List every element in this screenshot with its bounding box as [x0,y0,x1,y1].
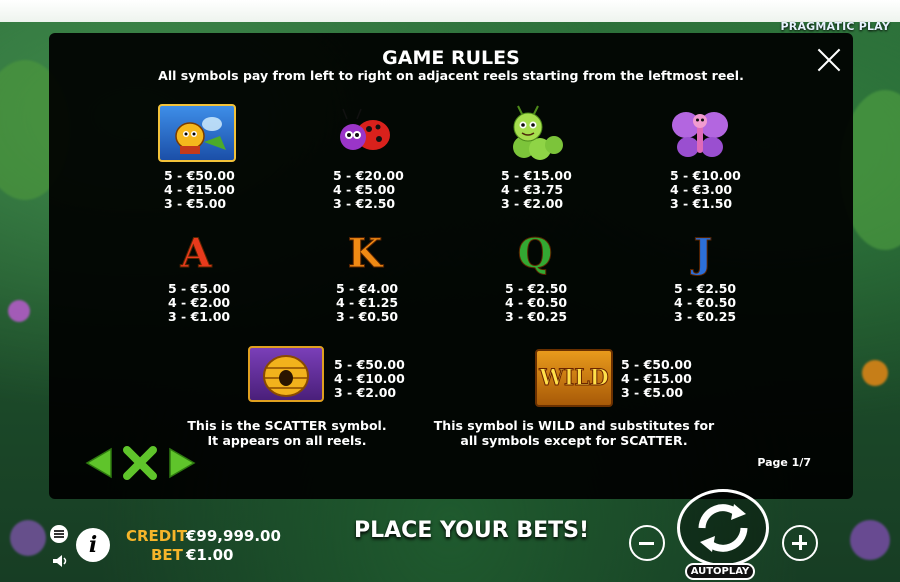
status-message: PLACE YOUR BETS! [354,518,589,543]
page-indicator: Page 1/7 [757,456,811,469]
beehive-scatter-icon [248,346,324,402]
paytable-list: 5 - €2.50 4 - €0.50 3 - €0.25 [505,281,568,324]
info-icon: i [88,532,98,558]
wild-description: This symbol is WILD and substitutes for … [433,418,715,448]
paytable-list: 5 - €20.00 4 - €5.00 3 - €2.50 [333,168,404,211]
paytable-list: 5 - €50.00 4 - €15.00 3 - €5.00 [621,357,692,400]
rules-title: GAME RULES [382,47,520,69]
paytable-list: 5 - €50.00 4 - €10.00 3 - €2.00 [334,357,405,400]
wild-symbol-icon: WILD [535,349,613,407]
letter-q-icon: Q [517,230,553,278]
paytable-list: 5 - €4.00 4 - €1.25 3 - €0.50 [336,281,399,324]
close-rules-x-button[interactable] [122,446,158,485]
increase-bet-button[interactable] [782,525,818,561]
credit-value: €99,999.00 [186,527,281,545]
paytable-list: 5 - €2.50 4 - €0.50 3 - €0.25 [674,281,737,324]
paytable-list: 5 - €10.00 4 - €3.00 3 - €1.50 [670,168,741,211]
spin-arrows-icon [698,504,748,552]
bee-icon [158,104,236,162]
game-rules-modal: GAME RULES All symbols pay from left to … [49,33,853,499]
close-icon[interactable] [816,47,842,73]
letter-a-icon: A [180,230,212,278]
paytable-list: 5 - €5.00 4 - €2.00 3 - €1.00 [168,281,231,324]
scatter-description: This is the SCATTER symbol. It appears o… [187,418,387,448]
previous-page-button[interactable] [83,446,115,485]
paytable-list: 5 - €50.00 4 - €15.00 3 - €5.00 [164,168,235,211]
brand-logo: PRAGMATIC PLAY [780,20,890,33]
spin-button[interactable] [677,489,769,567]
ladybug-icon [329,105,401,163]
plus-vertical-icon [798,535,802,550]
flower-decoration [862,360,888,386]
credit-label: CREDIT [126,527,188,545]
menu-icon[interactable] [50,525,68,543]
butterfly-icon [668,105,732,163]
caterpillar-icon [504,103,568,163]
rules-subtitle: All symbols pay from left to right on ad… [158,68,744,83]
flower-decoration [8,300,30,322]
letter-j-icon: J [693,230,713,278]
autoplay-button[interactable]: AUTOPLAY [685,563,755,580]
next-page-button[interactable] [166,446,198,485]
top-bar [0,0,900,22]
minus-icon [639,541,654,545]
decrease-bet-button[interactable] [629,525,665,561]
paytable-list: 5 - €15.00 4 - €3.75 3 - €2.00 [501,168,572,211]
letter-k-icon: K [347,230,383,278]
speaker-icon[interactable] [51,552,69,570]
bet-label: BET [151,546,183,564]
bet-value: €1.00 [186,546,234,564]
wild-label: WILD [539,365,610,392]
info-button[interactable]: i [76,528,110,562]
